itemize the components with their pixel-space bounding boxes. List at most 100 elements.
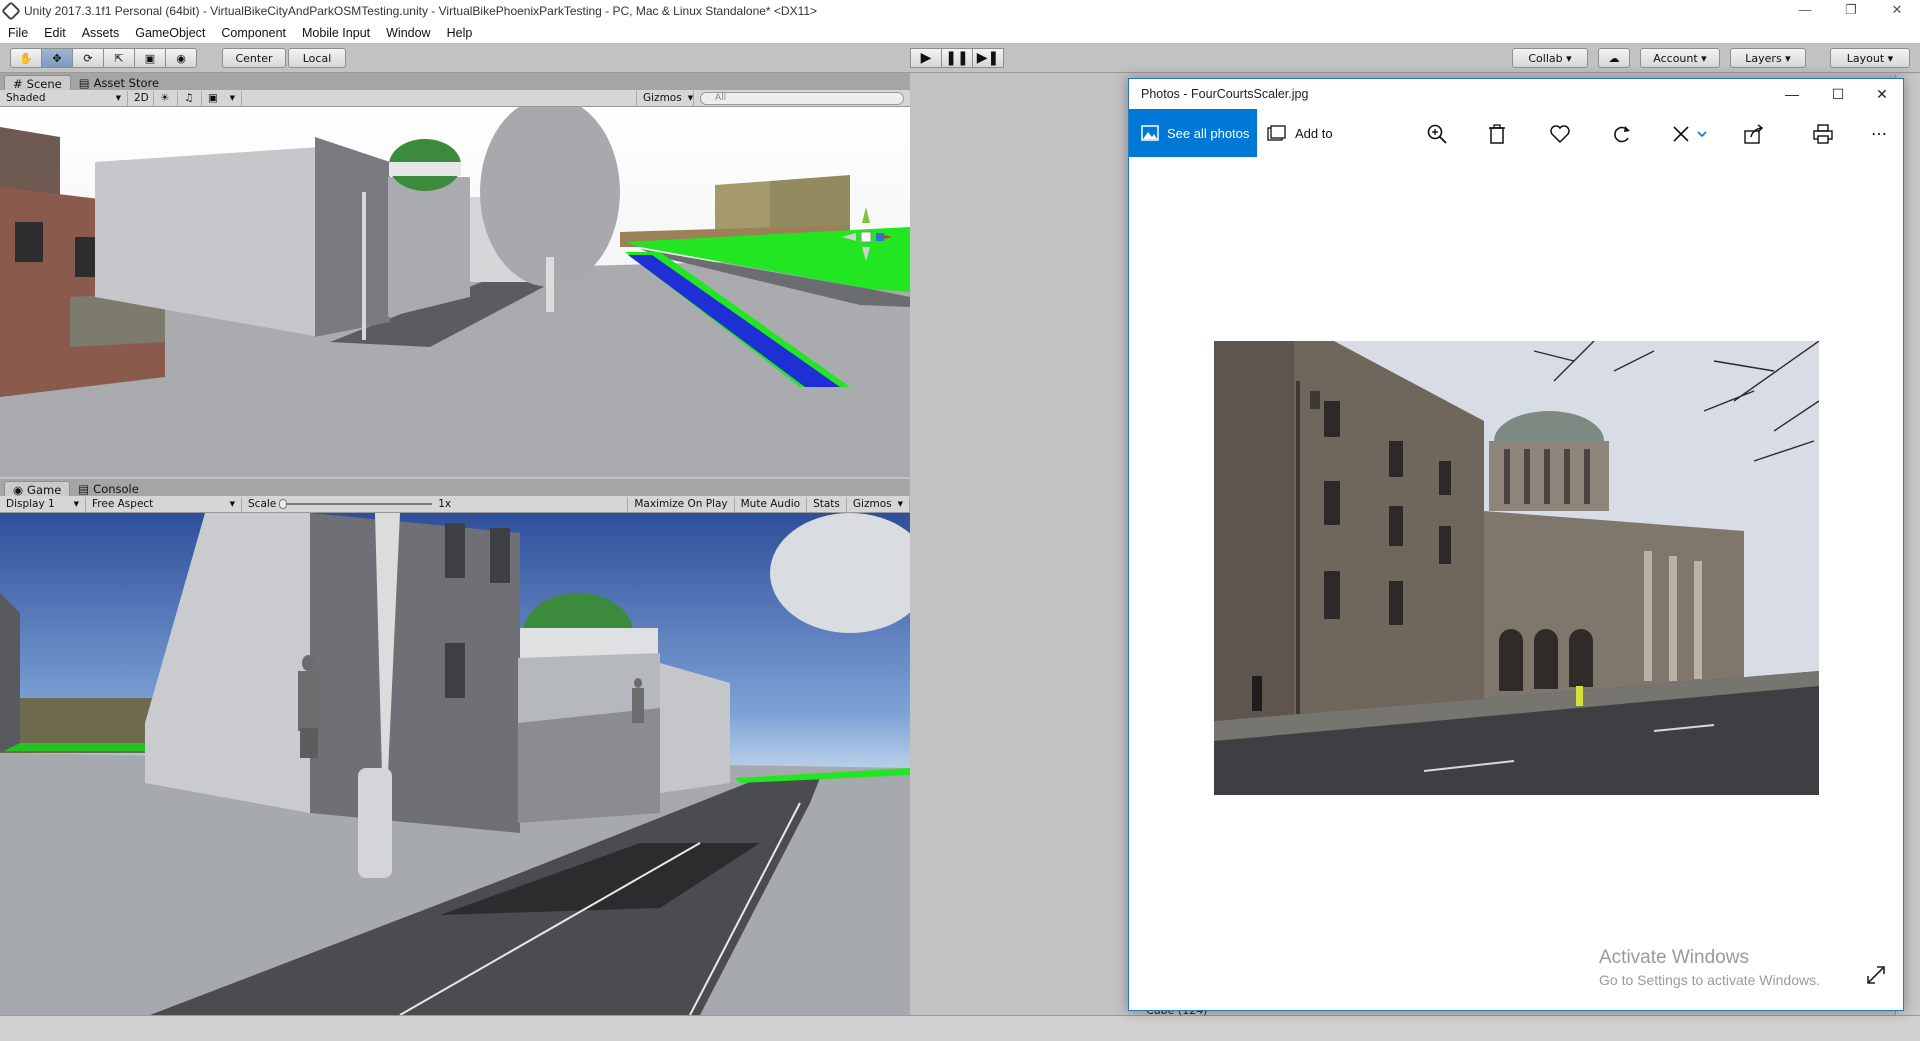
share-button[interactable]: [1741, 121, 1767, 147]
game-icon: ◉: [13, 482, 24, 497]
aspect-dropdown[interactable]: Free Aspect ▼: [86, 496, 242, 512]
menu-mobile-input[interactable]: Mobile Input: [294, 26, 378, 40]
shading-mode-dropdown[interactable]: Shaded ▼: [0, 90, 128, 106]
game-tabstrip: ◉ Game ▤ Console: [0, 479, 910, 497]
transform-icon: ◉: [176, 51, 186, 65]
zoom-button[interactable]: [1424, 121, 1450, 147]
step-icon: ▶❚: [976, 50, 1000, 66]
cloud-button[interactable]: ☁: [1598, 48, 1630, 68]
move-icon: ✥: [52, 51, 62, 65]
maximize-on-play-toggle[interactable]: Maximize On Play: [627, 496, 735, 512]
add-to-icon: [1267, 125, 1286, 141]
image-icon: ▣: [208, 92, 218, 104]
rotate-tool-button[interactable]: ⟳: [72, 48, 104, 68]
move-tool-button[interactable]: ✥: [41, 48, 73, 68]
scale-slider[interactable]: [279, 499, 433, 509]
sun-icon: ☀: [160, 92, 170, 104]
mute-audio-toggle[interactable]: Mute Audio: [735, 496, 808, 512]
layers-dropdown[interactable]: Layers ▾: [1730, 48, 1806, 68]
scale-icon: ⇱: [114, 51, 124, 65]
fullscreen-button[interactable]: [1864, 963, 1888, 987]
store-icon: ▤: [78, 76, 90, 90]
scale-tool-button[interactable]: ⇱: [103, 48, 135, 68]
scene-toolbar: Shaded ▼ 2D ☀ ♫ ▣ ▼ Gizmos ▼ All: [0, 90, 910, 107]
main-toolbar: ✋ ✥ ⟳ ⇱ ▣ ◉ Center Local ▶ ❚❚ ▶❚ Collab …: [0, 43, 1920, 73]
menu-bar: File Edit Assets GameObject Component Mo…: [0, 22, 1920, 43]
pivot-local-button[interactable]: Local: [288, 48, 346, 68]
rotate-button[interactable]: [1609, 121, 1635, 147]
console-icon: ▤: [78, 482, 90, 496]
scene-tabstrip: # Scene ▤ Asset Store: [0, 73, 910, 91]
game-gizmos-dropdown[interactable]: Gizmos ▼: [847, 496, 910, 512]
scene-icon: #: [13, 76, 23, 91]
display-dropdown[interactable]: Display 1 ▼: [0, 496, 86, 512]
edit-create-button[interactable]: [1669, 121, 1713, 147]
printer-icon: [1813, 124, 1833, 144]
game-view[interactable]: [0, 513, 910, 1015]
menu-help[interactable]: Help: [439, 26, 481, 40]
four-courts-photo: [1214, 341, 1819, 795]
hand-tool-button[interactable]: ✋: [10, 48, 42, 68]
account-dropdown[interactable]: Account ▾: [1640, 48, 1720, 68]
delete-button[interactable]: [1484, 121, 1510, 147]
heart-icon: [1550, 125, 1570, 144]
window-title: Unity 2017.3.1f1 Personal (64bit) - Virt…: [24, 4, 818, 18]
add-to-button[interactable]: Add to: [1267, 109, 1333, 157]
audio-toggle[interactable]: ♫: [178, 90, 202, 106]
rect-tool-button[interactable]: ▣: [134, 48, 166, 68]
transform-tool-button[interactable]: ◉: [165, 48, 197, 68]
photos-window: Photos - FourCourtsScaler.jpg — ☐ ✕ See …: [1128, 78, 1904, 1011]
minimize-button[interactable]: —: [1782, 0, 1828, 22]
hand-icon: ✋: [19, 51, 33, 65]
scene-search-input[interactable]: All: [700, 91, 904, 105]
menu-edit[interactable]: Edit: [36, 26, 74, 40]
tab-game[interactable]: ◉ Game: [4, 481, 71, 497]
print-button[interactable]: [1810, 121, 1836, 147]
rect-icon: ▣: [144, 51, 156, 65]
photo-image: [1214, 341, 1819, 795]
favorite-button[interactable]: [1547, 121, 1573, 147]
speaker-icon: ♫: [184, 92, 194, 104]
menu-file[interactable]: File: [0, 26, 36, 40]
photos-close-button[interactable]: ✕: [1859, 79, 1905, 109]
activation-watermark-subtitle: Go to Settings to activate Windows.: [1599, 972, 1820, 988]
menu-component[interactable]: Component: [213, 26, 294, 40]
layout-dropdown[interactable]: Layout ▾: [1830, 48, 1910, 68]
photo-icon: [1141, 125, 1159, 141]
pivot-center-button[interactable]: Center: [222, 48, 286, 68]
menu-window[interactable]: Window: [378, 26, 438, 40]
close-button[interactable]: ✕: [1874, 0, 1920, 22]
scene-gizmos-dropdown[interactable]: Gizmos ▼: [636, 90, 694, 106]
tab-console[interactable]: ▤ Console: [70, 481, 147, 497]
stats-toggle[interactable]: Stats: [807, 496, 847, 512]
cloud-icon: ☁: [1608, 51, 1620, 65]
effects-dropdown[interactable]: ▣ ▼: [202, 90, 242, 106]
play-icon: ▶: [920, 50, 932, 66]
zoom-in-icon: [1427, 124, 1447, 144]
tab-asset-store[interactable]: ▤ Asset Store: [71, 75, 167, 91]
photos-command-bar: See all photos Add to ⋯: [1129, 109, 1903, 157]
photos-minimize-button[interactable]: —: [1769, 79, 1815, 109]
scale-slider-thumb[interactable]: [279, 499, 288, 509]
trash-icon: [1489, 124, 1505, 144]
more-options-button[interactable]: ⋯: [1866, 121, 1892, 147]
menu-assets[interactable]: Assets: [74, 26, 128, 40]
photos-maximize-button[interactable]: ☐: [1815, 79, 1861, 109]
unity-logo-icon: [1, 1, 21, 21]
pause-button[interactable]: ❚❚: [941, 48, 973, 68]
scene-view[interactable]: [0, 107, 910, 477]
play-button[interactable]: ▶: [910, 48, 942, 68]
2d-toggle[interactable]: 2D: [128, 90, 154, 106]
edit-icon: [1673, 126, 1707, 142]
unity-title-bar: Unity 2017.3.1f1 Personal (64bit) - Virt…: [0, 0, 1920, 22]
restore-button[interactable]: ❐: [1828, 0, 1874, 22]
collab-dropdown[interactable]: Collab ▾: [1512, 48, 1588, 68]
see-all-photos-button[interactable]: See all photos: [1129, 109, 1257, 157]
activation-watermark-title: Activate Windows: [1599, 947, 1749, 968]
lighting-toggle[interactable]: ☀: [154, 90, 178, 106]
tab-scene[interactable]: # Scene: [4, 75, 71, 91]
expand-icon: [1867, 966, 1885, 984]
rotate-icon: [1614, 126, 1630, 143]
menu-gameobject[interactable]: GameObject: [127, 26, 213, 40]
step-button[interactable]: ▶❚: [972, 48, 1004, 68]
